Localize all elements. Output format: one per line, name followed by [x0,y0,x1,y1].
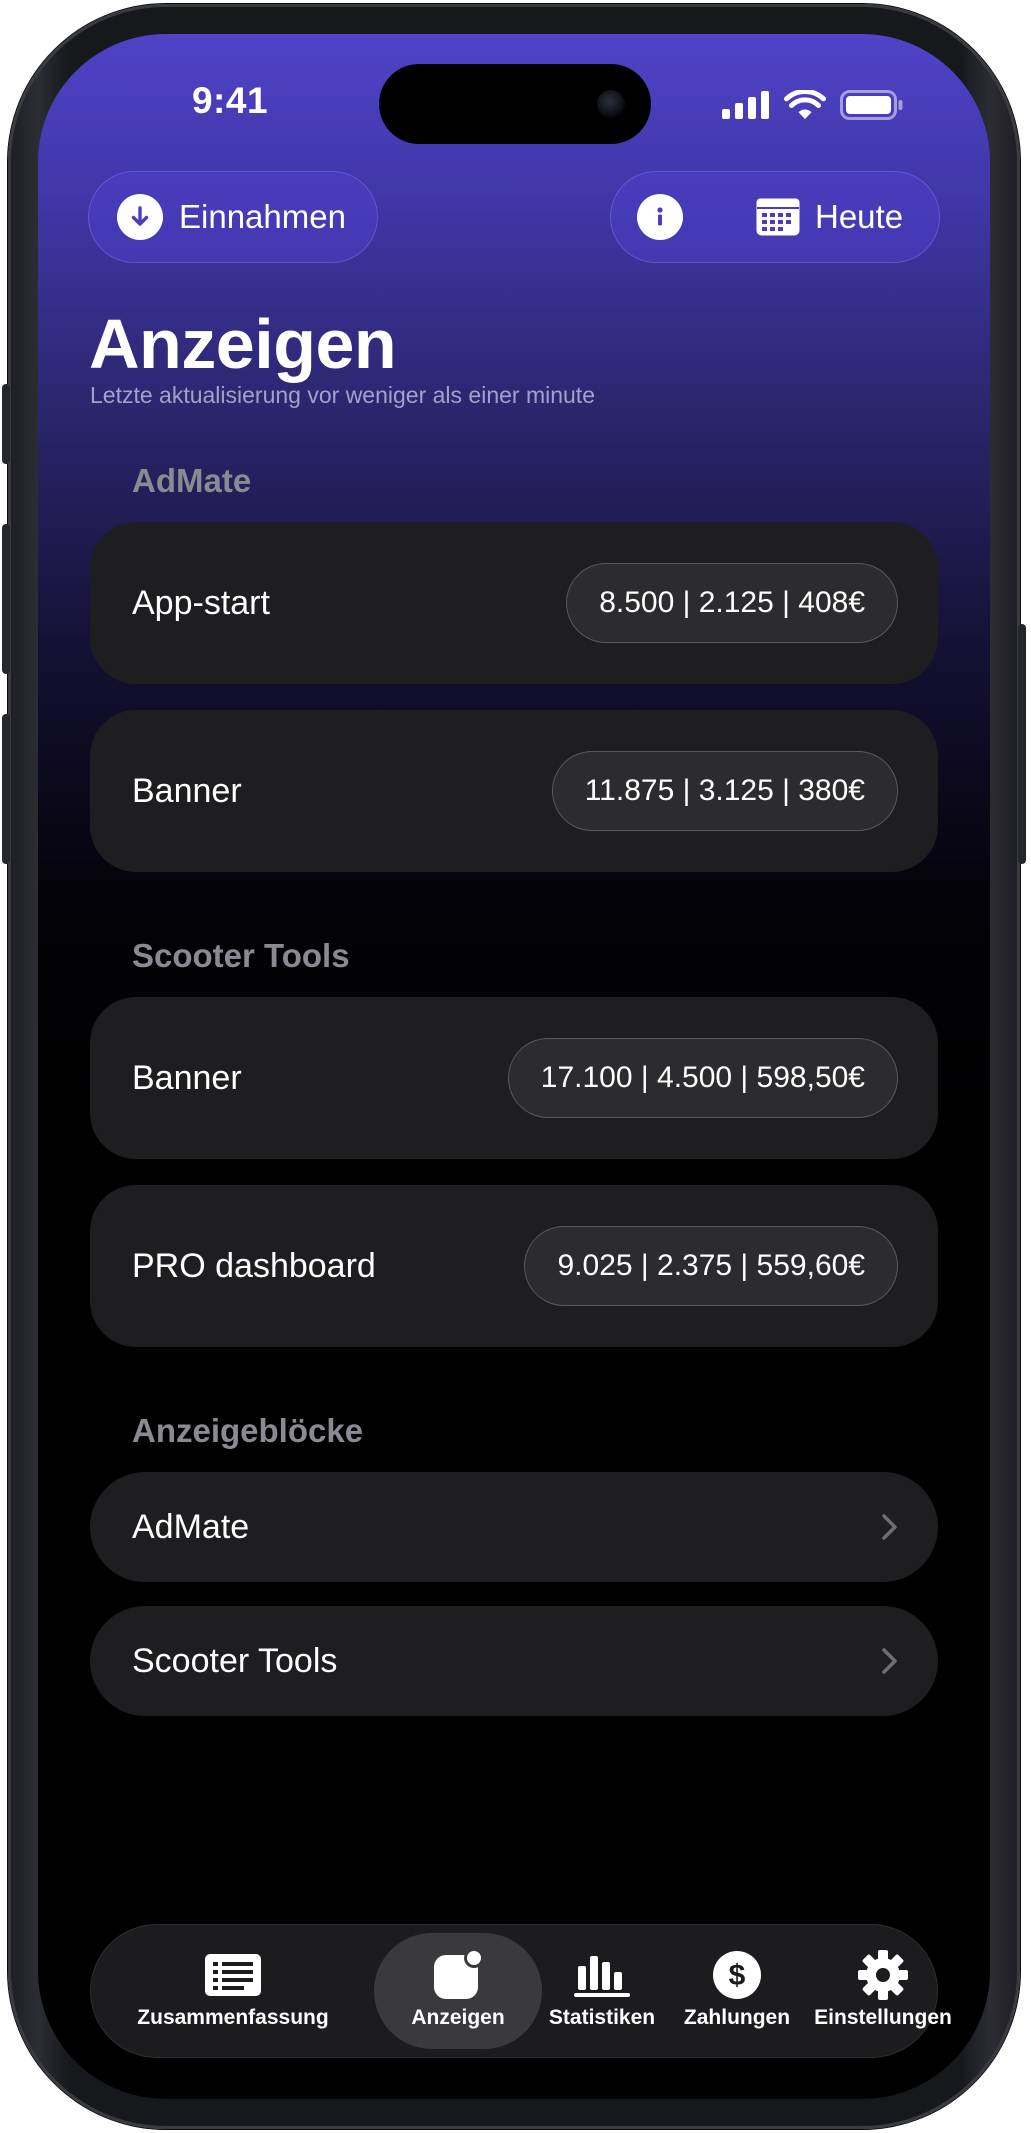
screen: 9:41 Einnahmen Heute Anzeigen Letzte akt… [38,34,990,2099]
section-header-admate: AdMate [132,462,252,499]
ad-unit-card[interactable]: PRO dashboard 9.025 | 2.375 | 559,60€ [90,1185,938,1347]
tab-settings[interactable]: Einstellungen [809,1925,957,2059]
ad-unit-label: Banner [132,1058,242,1097]
last-updated-text: Letzte aktualisierung vor weniger als ei… [90,382,595,408]
ad-block-row-scooter-tools[interactable]: Scooter Tools [90,1606,938,1716]
ad-unit-card[interactable]: App-start 8.500 | 2.125 | 408€ [90,522,938,684]
page-title: Anzeigen [89,305,397,383]
action-button [2,384,10,464]
arrow-down-circle-icon [117,194,163,240]
ad-block-label: Scooter Tools [132,1641,338,1680]
ad-unit-card[interactable]: Banner 11.875 | 3.125 | 380€ [90,710,938,872]
header-actions: Heute [610,171,940,263]
volume-up-button [2,524,10,674]
date-filter-label: Heute [815,198,904,235]
ad-unit-stats: 11.875 | 3.125 | 380€ [551,751,898,831]
cellular-signal-icon [722,91,769,119]
svg-text:$: $ [729,1959,746,1992]
ad-unit-card[interactable]: Banner 17.100 | 4.500 | 598,50€ [90,997,938,1159]
tab-label: Einstellungen [814,2006,952,2029]
volume-down-button [2,714,10,864]
front-camera [597,90,625,118]
chevron-right-icon [882,1514,897,1540]
status-time: 9:41 [191,80,269,121]
section-header-scooter-tools: Scooter Tools [132,937,350,974]
tab-payments[interactable]: $ Zahlungen [671,1925,803,2059]
chevron-right-icon [882,1648,897,1674]
ad-unit-label: App-start [132,583,270,622]
tab-label: Statistiken [548,2006,656,2029]
ad-unit-stats: 9.025 | 2.375 | 559,60€ [524,1226,898,1306]
ad-unit-label: PRO dashboard [132,1246,376,1285]
power-button [1018,624,1026,864]
gear-icon [858,1950,908,2000]
income-button[interactable]: Einnahmen [88,171,378,263]
tab-label: Zahlungen [683,2006,791,2029]
tab-ads[interactable]: Anzeigen [374,1925,542,2059]
calendar-icon [756,198,800,236]
tab-label: Zusammenfassung [137,2006,329,2029]
dollar-icon: $ [713,1951,761,1999]
tab-bar: Zusammenfassung Anzeigen Statistiken $ Z… [90,1924,952,2059]
ad-unit-stats: 17.100 | 4.500 | 598,50€ [507,1038,898,1118]
ads-icon [434,1949,484,1999]
section-header-ad-blocks: Anzeigeblöcke [132,1412,364,1449]
list-icon [205,1954,261,1996]
tab-label: Anzeigen [411,2006,505,2029]
dynamic-island [379,64,651,144]
status-icons [722,90,904,120]
tab-statistics[interactable]: Statistiken [542,1925,662,2059]
ad-block-label: AdMate [132,1507,250,1546]
income-button-label: Einnahmen [179,198,346,235]
ad-unit-label: Banner [132,771,242,810]
chart-icon [574,1956,630,1997]
tab-summary[interactable]: Zusammenfassung [113,1925,353,2059]
phone-frame: 9:41 Einnahmen Heute Anzeigen Letzte akt… [2,4,1026,2129]
wifi-icon [784,90,826,119]
info-icon[interactable] [637,194,683,240]
battery-icon [840,90,903,120]
ad-block-row-admate[interactable]: AdMate [90,1472,938,1582]
date-filter-button[interactable]: Heute [755,197,903,237]
ad-unit-stats: 8.500 | 2.125 | 408€ [566,563,898,643]
